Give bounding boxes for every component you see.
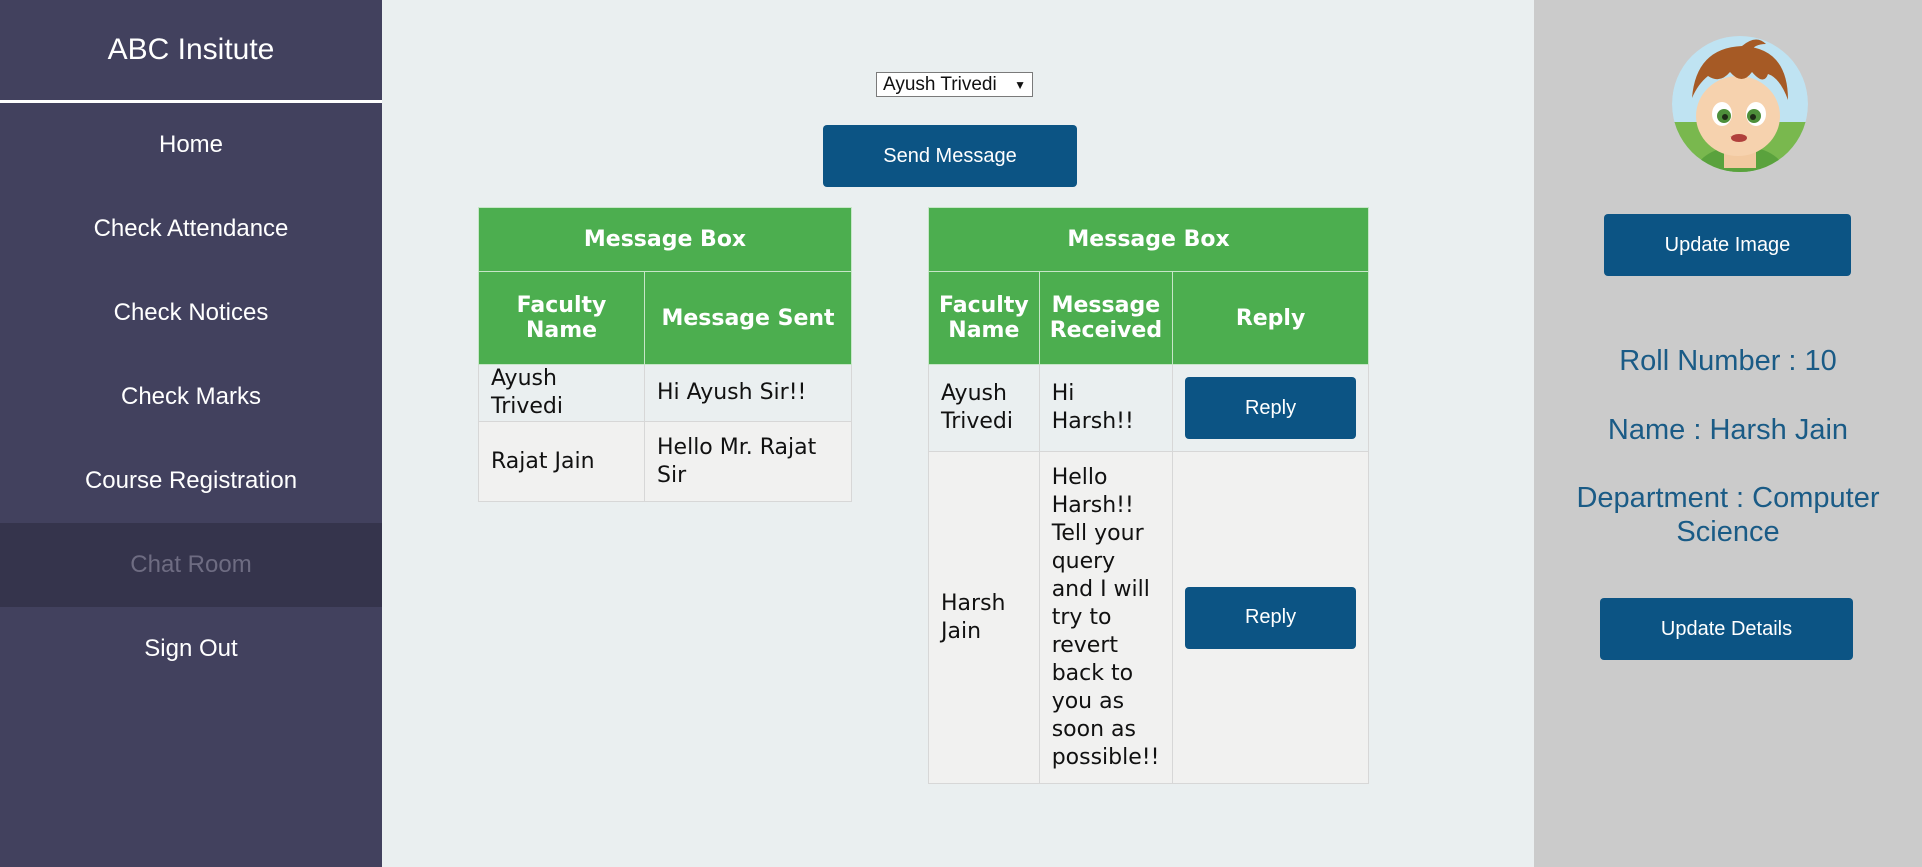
faculty-select[interactable]: Ayush Trivedi ▼ [876, 72, 1033, 97]
sidebar-item-check-attendance[interactable]: Check Attendance [0, 187, 382, 271]
sidebar-nav: Home Check Attendance Check Notices Chec… [0, 103, 382, 691]
faculty-select-value: Ayush Trivedi [883, 73, 997, 95]
received-header-reply: Reply [1172, 271, 1370, 365]
profile-panel: Update Image Roll Number : 10 Name : Har… [1534, 0, 1922, 867]
received-table-title: Message Box [927, 207, 1370, 272]
reply-cell: Reply [1172, 364, 1370, 452]
received-row-faculty: Harsh Jain [928, 451, 1040, 784]
sidebar: ABC Insitute Home Check Attendance Check… [0, 0, 382, 867]
update-details-button[interactable]: Update Details [1600, 598, 1853, 660]
send-message-button[interactable]: Send Message [823, 125, 1077, 187]
received-row-message: Hi Harsh!! [1038, 364, 1174, 452]
received-header-faculty: Faculty Name [928, 271, 1040, 365]
sent-table-title: Message Box [478, 207, 852, 272]
sent-row-message: Hi Ayush Sir!! [644, 364, 852, 422]
reply-button[interactable]: Reply [1185, 586, 1357, 649]
sent-header-message: Message Sent [644, 271, 852, 365]
update-image-button[interactable]: Update Image [1604, 214, 1851, 276]
main-content: Ayush Trivedi ▼ Send Message Message Box… [382, 0, 1534, 867]
table-row: Ayush Trivedi Hi Harsh!! Reply [928, 364, 1370, 452]
sidebar-item-home[interactable]: Home [0, 103, 382, 187]
sidebar-item-chat-room[interactable]: Chat Room [0, 523, 382, 607]
roll-number: Roll Number : 10 [1619, 345, 1837, 377]
student-name: Name : Harsh Jain [1607, 414, 1849, 446]
sent-header-faculty: Faculty Name [478, 271, 645, 365]
table-row: Harsh Jain Hello Harsh!! Tell your query… [928, 451, 1370, 784]
received-message-table: Message Box Faculty Name Message Receive… [927, 207, 1370, 784]
chevron-down-icon: ▼ [1014, 77, 1026, 92]
sidebar-item-check-marks[interactable]: Check Marks [0, 355, 382, 439]
received-header-message: Message Received [1038, 271, 1174, 365]
table-row: Ayush Trivedi Hi Ayush Sir!! [478, 364, 852, 422]
department: Department : Computer Science [1576, 482, 1880, 548]
reply-button[interactable]: Reply [1185, 377, 1357, 439]
sidebar-item-check-notices[interactable]: Check Notices [0, 271, 382, 355]
sidebar-item-course-registration[interactable]: Course Registration [0, 439, 382, 523]
received-row-faculty: Ayush Trivedi [928, 364, 1040, 452]
sent-row-faculty: Rajat Jain [478, 421, 645, 502]
sent-row-message: Hello Mr. Rajat Sir [644, 421, 852, 502]
reply-cell: Reply [1172, 451, 1370, 784]
avatar-image [1672, 36, 1808, 172]
brand-title: ABC Insitute [0, 0, 382, 103]
received-row-message: Hello Harsh!! Tell your query and I will… [1038, 451, 1174, 784]
avatar [1672, 34, 1808, 174]
table-row: Rajat Jain Hello Mr. Rajat Sir [478, 421, 852, 502]
sent-row-faculty: Ayush Trivedi [478, 364, 645, 422]
sent-message-table: Message Box Faculty Name Message Sent Ay… [478, 207, 852, 502]
sidebar-item-sign-out[interactable]: Sign Out [0, 607, 382, 691]
